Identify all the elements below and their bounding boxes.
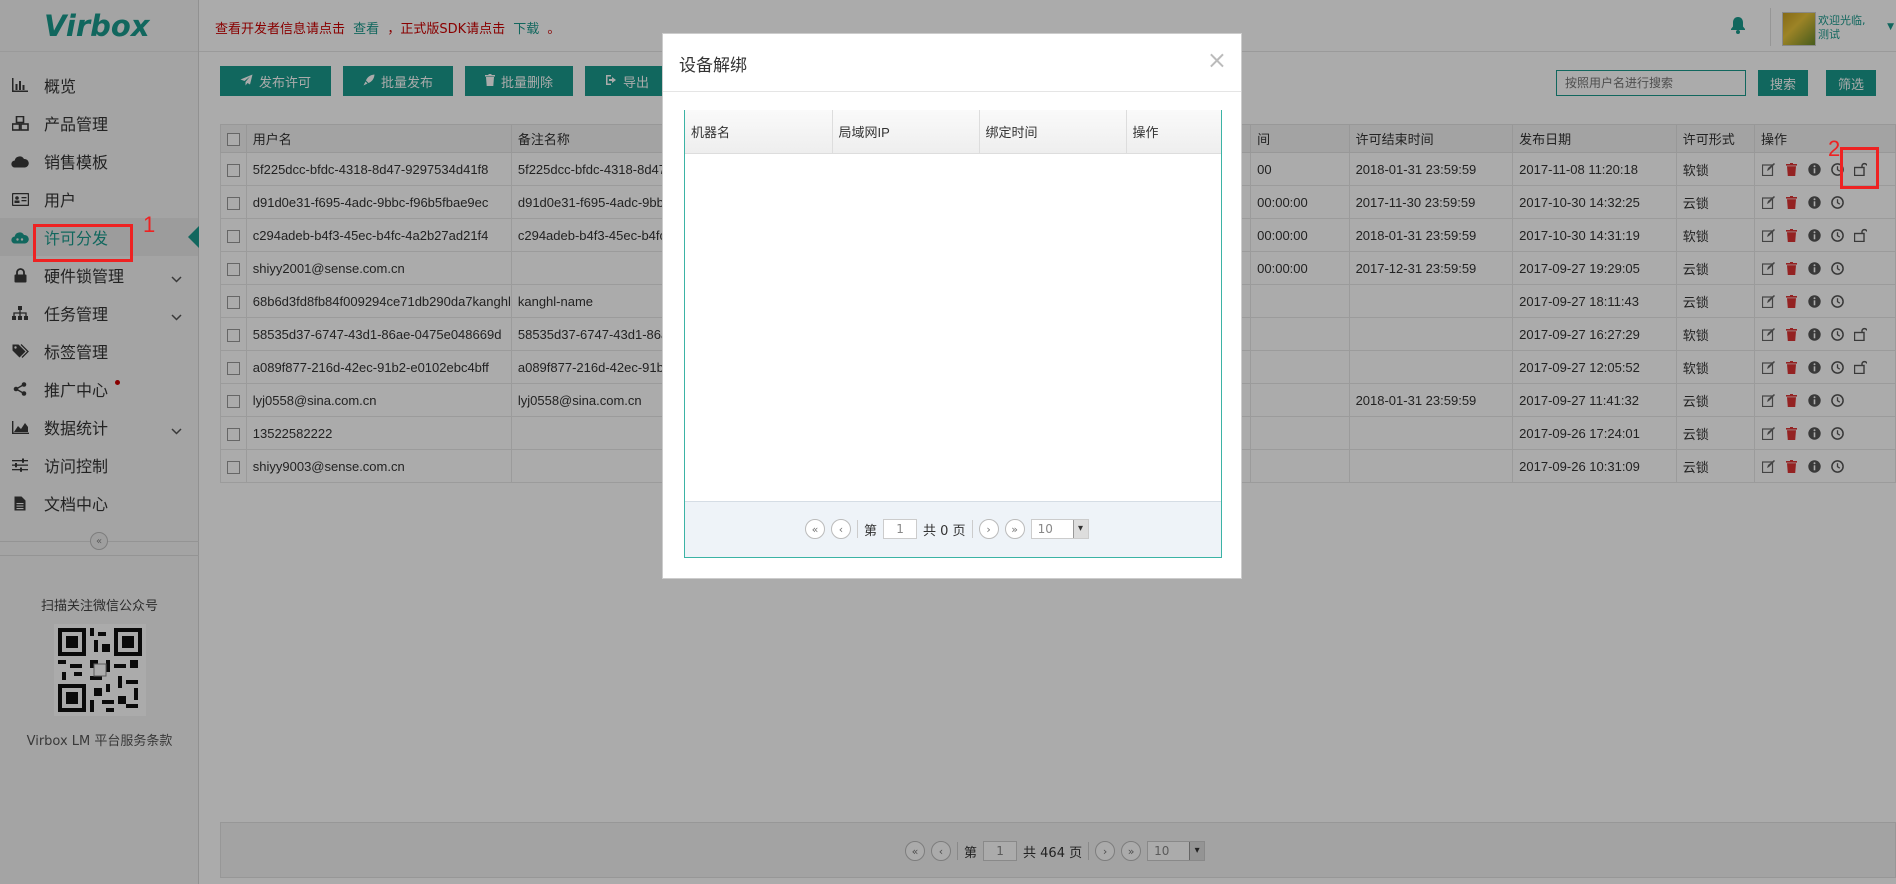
last-page-icon[interactable]: » — [1004, 519, 1025, 539]
device-table: 机器名 局域网IP 绑定时间 操作 — [685, 110, 1221, 154]
annotation-number: 1 — [143, 212, 156, 237]
table-header-row: 机器名 局域网IP 绑定时间 操作 — [685, 110, 1221, 154]
dialog-header: 设备解绑 × — [663, 34, 1241, 92]
column-header[interactable]: 绑定时间 — [979, 110, 1127, 154]
next-page-icon[interactable]: › — [978, 519, 999, 539]
column-header[interactable]: 局域网IP — [832, 110, 980, 154]
prev-page-icon[interactable]: ‹ — [831, 519, 851, 539]
page-prefix: 第 — [864, 523, 878, 539]
annotation-box — [33, 224, 133, 262]
dialog-pagination-bar: « ‹ 第 1 共 0 页 › » 10 — [685, 501, 1221, 557]
close-icon[interactable]: × — [1207, 48, 1227, 72]
page-size-select[interactable]: 10 — [1030, 519, 1089, 539]
column-header[interactable]: 机器名 — [685, 110, 833, 154]
device-table-panel: 机器名 局域网IP 绑定时间 操作 « ‹ 第 1 共 0 页 › » 10 — [684, 110, 1222, 558]
dialog-title: 设备解绑 — [679, 56, 747, 76]
divider — [971, 520, 973, 538]
page-total: 共 0 页 — [923, 523, 966, 539]
annotation-box — [1840, 147, 1879, 189]
unbind-device-dialog: 设备解绑 × 机器名 局域网IP 绑定时间 操作 « ‹ 第 1 共 0 页 › — [662, 33, 1242, 579]
page-number-input[interactable]: 1 — [883, 519, 918, 539]
annotation-number: 2 — [1828, 136, 1841, 161]
column-header: 操作 — [1126, 110, 1221, 154]
first-page-icon[interactable]: « — [805, 519, 825, 539]
divider — [857, 520, 858, 538]
pagination: « ‹ 第 1 共 0 页 › » 10 — [805, 519, 1089, 539]
